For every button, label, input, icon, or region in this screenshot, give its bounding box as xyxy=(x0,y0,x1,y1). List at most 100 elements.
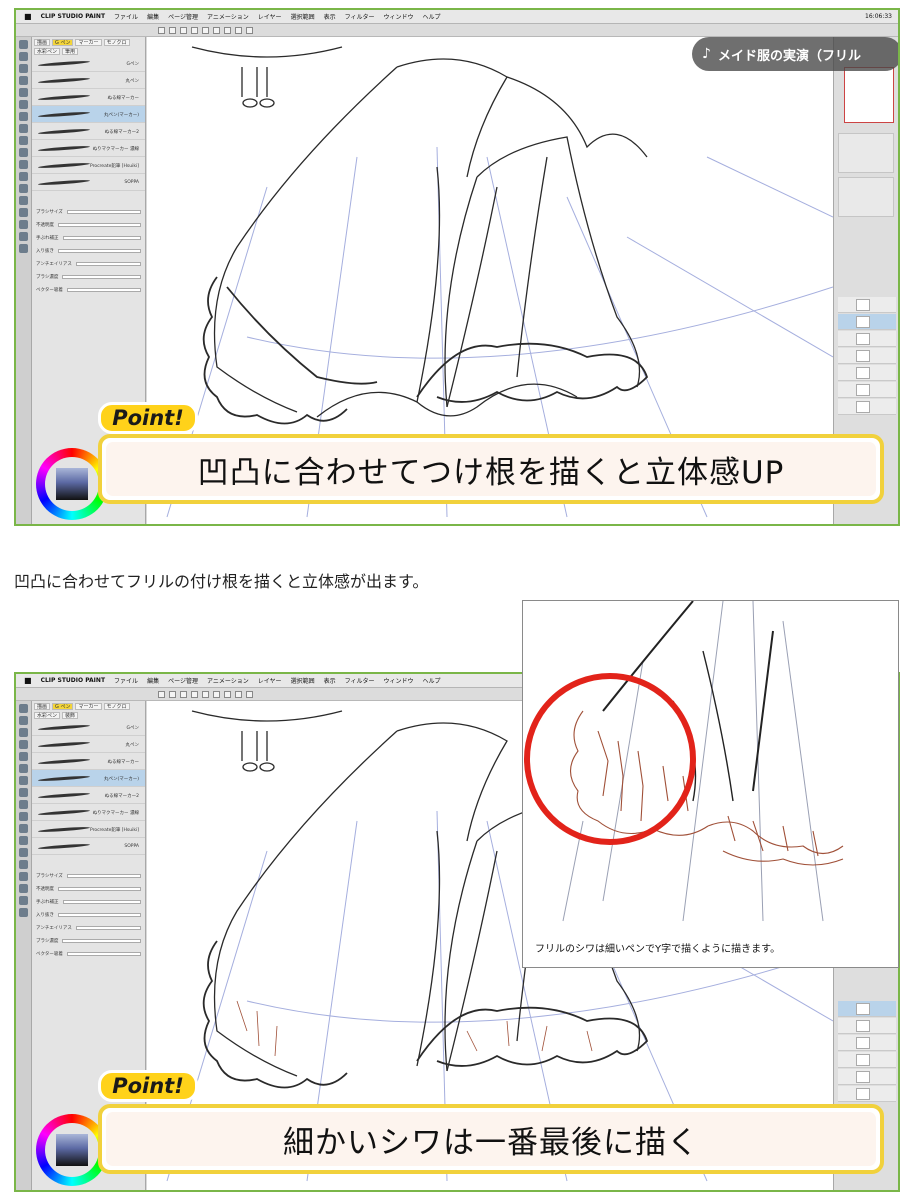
apple-icon[interactable]: ■ xyxy=(24,12,32,21)
eyedropper-tool-icon[interactable] xyxy=(19,112,28,121)
menu-help[interactable]: ヘルプ xyxy=(423,12,441,21)
layer-row[interactable] xyxy=(838,382,896,398)
eraser-tool-icon[interactable] xyxy=(19,160,28,169)
brush-item[interactable]: ぬりマクマーカー 濃線 xyxy=(32,140,145,157)
layer-row-selected[interactable] xyxy=(838,1001,896,1017)
subtool-tab[interactable]: モノクロ xyxy=(103,39,130,46)
prop-row[interactable]: ブラシ濃度 xyxy=(36,934,141,947)
prop-slider[interactable] xyxy=(66,873,141,878)
menu-filter[interactable]: フィルター xyxy=(345,676,375,685)
subtool-tab[interactable]: マーカー xyxy=(75,39,102,46)
layer-row[interactable] xyxy=(838,399,896,415)
menu-animation[interactable]: アニメーション xyxy=(207,12,249,21)
menu-animation[interactable]: アニメーション xyxy=(207,676,249,685)
deselect-icon[interactable] xyxy=(235,26,242,34)
brush-item[interactable]: 丸ペン xyxy=(32,72,145,89)
layer-row[interactable] xyxy=(838,1035,896,1051)
brush-item[interactable]: SOPPA xyxy=(32,838,145,855)
redo-icon[interactable] xyxy=(202,26,209,34)
menu-view[interactable]: 表示 xyxy=(324,676,336,685)
brush-item-selected[interactable]: 丸ペン(マーカー) xyxy=(32,106,145,123)
undo-icon[interactable] xyxy=(191,26,198,34)
select-tool-icon[interactable] xyxy=(19,752,28,761)
layer-row[interactable] xyxy=(838,348,896,364)
open-icon[interactable] xyxy=(169,690,176,698)
subtool-tab[interactable]: モノクロ xyxy=(103,703,130,710)
apple-icon[interactable]: ■ xyxy=(24,676,32,685)
frame-tool-icon[interactable] xyxy=(19,220,28,229)
menu-window[interactable]: ウィンドウ xyxy=(383,12,413,21)
save-icon[interactable] xyxy=(180,26,187,34)
menu-selection[interactable]: 選択範囲 xyxy=(291,676,315,685)
brush-item[interactable]: Procreate鉛筆 [Hsuiki] xyxy=(32,157,145,174)
prop-row[interactable]: ブラシサイズ xyxy=(36,869,141,882)
prop-slider[interactable] xyxy=(66,951,141,956)
brush-item[interactable]: Procreate鉛筆 [Hsuiki] xyxy=(32,821,145,838)
menu-help[interactable]: ヘルプ xyxy=(423,676,441,685)
brush-item[interactable]: 丸ペン xyxy=(32,736,145,753)
brush-item-selected[interactable]: 丸ペン(マーカー) xyxy=(32,770,145,787)
subtool-tab[interactable]: 描画 xyxy=(34,703,51,710)
brush-item[interactable]: ぬる線マーカー xyxy=(32,89,145,106)
transform-icon[interactable] xyxy=(224,690,231,698)
app-name[interactable]: CLIP STUDIO PAINT xyxy=(41,677,105,684)
figure-tool-icon[interactable] xyxy=(19,196,28,205)
menu-page[interactable]: ページ管理 xyxy=(168,676,198,685)
prop-row[interactable]: アンチエイリアス xyxy=(36,921,141,934)
prop-row[interactable]: アンチエイリアス xyxy=(36,257,141,270)
menu-filter[interactable]: フィルター xyxy=(345,12,375,21)
prop-slider[interactable] xyxy=(58,248,141,253)
prop-row[interactable]: 不透明度 xyxy=(36,218,141,231)
correct-line-tool-icon[interactable] xyxy=(19,244,28,253)
brush-item[interactable]: Gペン xyxy=(32,719,145,736)
prop-slider[interactable] xyxy=(62,235,141,240)
menu-window[interactable]: ウィンドウ xyxy=(383,676,413,685)
brush-tool-icon[interactable] xyxy=(19,136,28,145)
lasso-tool-icon[interactable] xyxy=(19,100,28,109)
gradient-tool-icon[interactable] xyxy=(19,848,28,857)
frame-tool-icon[interactable] xyxy=(19,884,28,893)
brush-tool-icon[interactable] xyxy=(19,800,28,809)
menu-view[interactable]: 表示 xyxy=(324,12,336,21)
navigator-thumbnail[interactable] xyxy=(844,67,894,123)
ruler-icon[interactable] xyxy=(246,690,253,698)
brush-item[interactable]: Gペン xyxy=(32,55,145,72)
ruler-tool-icon[interactable] xyxy=(19,896,28,905)
brush-item[interactable]: ぬる線マーカー2 xyxy=(32,787,145,804)
new-icon[interactable] xyxy=(158,690,165,698)
subtool-tab-active[interactable]: G ペン xyxy=(52,703,74,710)
subtool-tab[interactable]: 装飾 xyxy=(62,712,79,719)
prop-slider[interactable] xyxy=(66,287,141,292)
prop-slider[interactable] xyxy=(62,899,141,904)
brush-item[interactable]: ぬりマクマーカー 濃線 xyxy=(32,804,145,821)
text-tool-icon[interactable] xyxy=(19,208,28,217)
layer-row[interactable] xyxy=(838,365,896,381)
layer-row[interactable] xyxy=(838,1086,896,1102)
prop-slider[interactable] xyxy=(66,209,141,214)
undo-icon[interactable] xyxy=(191,690,198,698)
prop-row[interactable]: 入り抜き xyxy=(36,244,141,257)
prop-row[interactable]: 入り抜き xyxy=(36,908,141,921)
gradient-tool-icon[interactable] xyxy=(19,184,28,193)
prop-row[interactable]: 不透明度 xyxy=(36,882,141,895)
lasso-tool-icon[interactable] xyxy=(19,764,28,773)
subtool-tab[interactable]: マーカー xyxy=(75,703,102,710)
prop-slider[interactable] xyxy=(58,222,141,227)
prop-row[interactable]: ベクター吸着 xyxy=(36,947,141,960)
move-tool-icon[interactable] xyxy=(19,716,28,725)
move-tool-icon[interactable] xyxy=(19,52,28,61)
new-icon[interactable] xyxy=(158,26,165,34)
eyedropper-tool-icon[interactable] xyxy=(19,776,28,785)
layer-row[interactable] xyxy=(838,331,896,347)
layer-row[interactable] xyxy=(838,1018,896,1034)
subtool-tab-active[interactable]: G ペン xyxy=(52,39,74,46)
hand-tool-icon[interactable] xyxy=(19,740,28,749)
text-tool-icon[interactable] xyxy=(19,872,28,881)
prop-slider[interactable] xyxy=(75,925,141,930)
pen-tool-icon[interactable] xyxy=(19,704,28,713)
layer-row[interactable] xyxy=(838,297,896,313)
video-title-chip[interactable]: ♪ メイド服の実演（フリル xyxy=(692,37,898,71)
fill-tool-icon[interactable] xyxy=(19,836,28,845)
pencil-tool-icon[interactable] xyxy=(19,124,28,133)
zoom-tool-icon[interactable] xyxy=(19,728,28,737)
